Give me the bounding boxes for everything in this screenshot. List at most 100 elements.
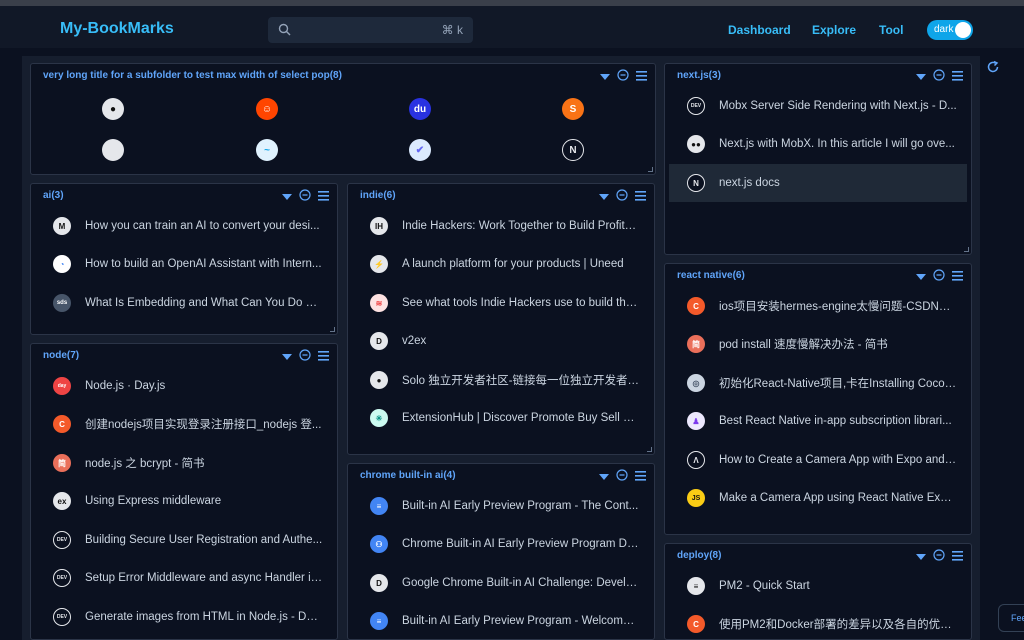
list-item[interactable]: ≡ PM2 - Quick Start [665,567,971,605]
collapse-icon[interactable] [599,188,609,206]
list-item[interactable]: ●● Next.js with MobX. In this article I w… [665,125,971,163]
menu-icon[interactable] [952,548,963,566]
panel-title[interactable]: chrome built-in ai(4) [360,470,456,481]
collapse-icon[interactable] [916,68,926,86]
list-item[interactable]: Λ How to Create a Camera App with Expo an… [665,441,971,479]
list-item[interactable]: sds What Is Embedding and What Can You Do… [31,284,337,322]
panel-title[interactable]: very long title for a subfolder to test … [43,70,342,81]
extensionhub-icon: ✳ [370,409,388,427]
list-item[interactable]: IH Indie Hackers: Work Together to Build … [348,207,654,245]
minus-circle-icon[interactable] [299,348,311,366]
panel-title[interactable]: deploy(8) [677,550,721,561]
apple-icon[interactable] [102,139,124,161]
collapse-icon[interactable] [282,348,292,366]
vite-icon[interactable]: ✔ [409,139,431,161]
panel-controls [599,468,646,486]
search-box[interactable]: ⌘ k [268,17,473,43]
minus-circle-icon[interactable] [617,68,629,86]
list-item[interactable]: DEV Setup Error Middleware and async Hand… [31,559,337,597]
list-item[interactable]: ◔ How to build an OpenAI Assistant with I… [31,245,337,283]
collapse-icon[interactable] [599,468,609,486]
list-item[interactable]: ⚡ A launch platform for your products | U… [348,245,654,283]
panel-controls [916,548,963,566]
jianshu-icon: 简 [687,335,705,353]
list-item[interactable]: C 使用PM2和Docker部署的差异以及各自的优点... [665,605,971,639]
panel-title[interactable]: node(7) [43,350,79,361]
feedback-button[interactable]: Fee [998,604,1024,632]
list-item[interactable]: ◎ 初始化React-Native项目,卡在Installing Cocoa... [665,364,971,402]
csdn-icon: C [687,297,705,315]
list-item-selected[interactable]: Nnext.js docs [669,164,967,202]
menu-icon[interactable] [318,188,329,206]
list-item[interactable]: ex Using Express middleware [31,482,337,520]
list-item[interactable]: JS Make a Camera App using React Native E… [665,479,971,517]
list-item[interactable]: M How you can train an AI to convert your… [31,207,337,245]
theme-toggle[interactable]: dark [927,20,973,40]
tailwind-icon[interactable]: ~ [256,139,278,161]
list-item[interactable]: D Google Chrome Built-in AI Challenge: De… [348,564,654,602]
panel-react-native: react native(6) Cios项目安装hermes-engine太慢问… [664,263,972,535]
csdn-icon: C [687,615,705,633]
resize-handle[interactable] [648,167,653,172]
dayjs-icon: day [53,377,71,395]
list-item[interactable]: ≡ Built-in AI Early Preview Program - Wel… [348,602,654,639]
list-item[interactable]: ≋ See what tools Indie Hackers use to bui… [348,284,654,322]
menu-icon[interactable] [636,68,647,86]
list-item[interactable]: ♟ Best React Native in-app subscription l… [665,402,971,440]
nav-dashboard[interactable]: Dashboard [728,23,791,37]
js-icon: JS [687,489,705,507]
nav-tool[interactable]: Tool [879,23,903,37]
list-item[interactable]: C 创建nodejs项目实现登录注册接口_nodejs 登... [31,405,337,443]
group-icon: ⚇ [370,535,388,553]
collapse-icon[interactable] [916,548,926,566]
panel-title[interactable]: react native(6) [677,270,745,281]
collapse-icon[interactable] [600,68,610,86]
menu-icon[interactable] [635,468,646,486]
reddit-icon[interactable]: ☺ [256,98,278,120]
minus-circle-icon[interactable] [616,468,628,486]
dev-icon: DEV [53,569,71,587]
resize-handle[interactable] [964,247,969,252]
list-item[interactable]: ≡ Built-in AI Early Preview Program - The… [348,487,654,525]
list-item[interactable]: DEV Building Secure User Registration and… [31,521,337,559]
menu-icon[interactable] [952,68,963,86]
minus-circle-icon[interactable] [933,68,945,86]
minus-circle-icon[interactable] [299,188,311,206]
list-item[interactable]: DEV Mobx Server Side Rendering with Next.… [665,87,971,125]
list-item[interactable]: DEV Generate images from HTML in Node.js … [31,598,337,636]
dev-icon: DEV [53,608,71,626]
panel-title[interactable]: next.js(3) [677,70,721,81]
nextjs-icon[interactable]: N [562,139,584,161]
jianshu-icon: 简 [53,454,71,472]
stackedit-icon[interactable]: S [562,98,584,120]
list-item[interactable]: 简 node.js 之 bcrypt - 简书 [31,444,337,482]
nav-explore[interactable]: Explore [812,23,856,37]
list-item[interactable]: Dv2ex [348,322,654,360]
panel-nextjs: next.js(3) DEV Mobx Server Side Rendering… [664,63,972,255]
list-item[interactable]: ● Solo 独立开发者社区-链接每一位独立开发者, ... [348,361,654,399]
resize-handle[interactable] [330,327,335,332]
list-item[interactable]: ⚇ Chrome Built-in AI Early Preview Progra… [348,525,654,563]
menu-icon[interactable] [318,348,329,366]
list-item[interactable]: ✳ ExtensionHub | Discover Promote Buy Sel… [348,399,654,437]
menu-icon[interactable] [952,268,963,286]
app-logo[interactable]: My-BookMarks [60,20,174,38]
list-item[interactable]: 简 pod install 速度慢解决办法 - 简书 [665,325,971,363]
minus-circle-icon[interactable] [933,268,945,286]
menu-icon[interactable] [635,188,646,206]
panel-title[interactable]: ai(3) [43,190,64,201]
list-item[interactable]: day Node.js · Day.js [31,367,337,405]
github-icon[interactable]: ● [102,98,124,120]
list-item[interactable]: Cios项目安装hermes-engine太慢问题-CSDN博... [665,287,971,325]
collapse-icon[interactable] [282,188,292,206]
baidu-icon[interactable]: du [409,98,431,120]
resize-handle[interactable] [647,447,652,452]
refresh-icon[interactable] [986,60,1000,79]
minus-circle-icon[interactable] [933,548,945,566]
panel-title[interactable]: indie(6) [360,190,396,201]
minus-circle-icon[interactable] [616,188,628,206]
collapse-icon[interactable] [916,268,926,286]
v2ex-icon: D [370,332,388,350]
panel-deploy: deploy(8) ≡ PM2 - Quick Start C 使用PM2和Dock… [664,543,972,640]
panel-indie: indie(6) IH Indie Hackers: Work Together … [347,183,655,455]
